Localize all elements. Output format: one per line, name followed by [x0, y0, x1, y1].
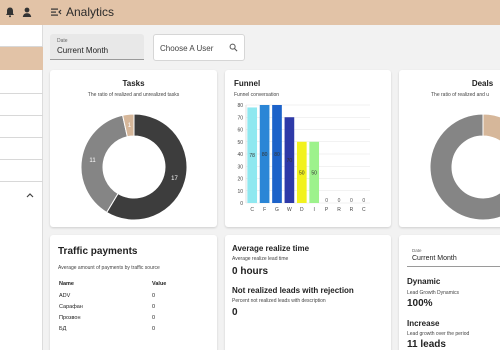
sidebar-item-4[interactable]	[0, 94, 43, 116]
funnel-card: Funnel Funnel conversation 0 10 20 30 40 50 60…	[225, 70, 391, 227]
column-header-value: Value	[152, 281, 167, 287]
page-title: Analytics	[66, 5, 115, 19]
rejection-subtitle: Percent not realized leads with descript…	[232, 298, 326, 304]
bar-value-label: 80	[262, 152, 268, 158]
x-tick-label: P	[325, 207, 329, 213]
sidebar-item-analytics[interactable]	[0, 47, 43, 70]
x-tick-label: G	[275, 207, 279, 213]
table-row-value: 0	[152, 315, 156, 321]
increase-subtitle: Lead growth over the period	[407, 331, 470, 337]
x-tick-label: R	[337, 207, 341, 213]
search-icon[interactable]	[229, 43, 238, 52]
table-row-value: 0	[152, 304, 156, 310]
increase-title: Increase	[407, 319, 440, 328]
y-tick-label: 50	[237, 140, 243, 146]
date-select[interactable]: Date Current Month	[50, 34, 144, 60]
traffic-title: Traffic payments	[58, 246, 138, 257]
y-tick-label: 80	[237, 103, 243, 109]
sidebar-item-7[interactable]	[0, 160, 43, 182]
bar-value-label: 50	[299, 170, 305, 176]
bar-value-label: 0	[362, 198, 365, 204]
table-row-value: 0	[152, 326, 156, 332]
x-tick-label: I	[314, 207, 315, 213]
y-tick-label: 70	[237, 115, 243, 121]
bar-value-label: 78	[249, 153, 255, 159]
avg-realize-subtitle: Average realize lead time	[232, 256, 289, 262]
bell-icon[interactable]	[4, 6, 16, 18]
table-row-value: 0	[152, 293, 156, 299]
bar-value-label: 0	[325, 198, 328, 204]
growth-date-value: Current Month	[412, 255, 457, 262]
tasks-card: Tasks The ratio of realized and unrealiz…	[50, 70, 217, 227]
dynamic-subtitle: Lead Growth Dynamics	[407, 290, 459, 296]
growth-date-select[interactable]: Date Current Month	[407, 245, 500, 267]
y-tick-label: 30	[237, 164, 243, 170]
account-icon[interactable]	[21, 6, 33, 18]
bar-value-label: 70	[287, 158, 293, 164]
y-tick-label: 10	[237, 189, 243, 195]
tasks-donut-chart: 17111	[80, 113, 188, 221]
dynamic-value: 100%	[407, 298, 433, 309]
y-tick-label: 40	[237, 152, 243, 158]
x-tick-label: D	[300, 207, 304, 213]
realize-time-card: Average realize time Average realize lea…	[225, 235, 391, 350]
bar-value-label: 80	[274, 152, 280, 158]
bar-value-label: 50	[311, 170, 317, 176]
table-row-name: Сарафан	[59, 304, 83, 310]
sidebar-item-5[interactable]	[0, 116, 43, 138]
chevron-up-icon[interactable]	[26, 192, 34, 198]
sidebar-item-1[interactable]	[0, 25, 43, 47]
funnel-bar-chart: 0 10 20 30 40 50 60 70 80 78 C 80 F 80 G 70 W 50 D 50 I 0 P 0 R 0…	[237, 103, 370, 213]
x-tick-label: F	[263, 207, 266, 213]
y-tick-label: 60	[237, 128, 243, 134]
x-tick-label: C	[362, 207, 366, 213]
table-row-name: Прозвон	[59, 315, 81, 321]
dynamic-title: Dynamic	[407, 277, 441, 286]
menu-collapse-icon[interactable]	[50, 6, 62, 18]
y-tick-label: 20	[237, 177, 243, 183]
deals-card: Deals The ratio of realized and u 8	[399, 70, 500, 227]
date-select-label: Date	[57, 38, 68, 44]
table-row-name: БД	[59, 326, 67, 332]
user-search-input[interactable]: Choose A User	[153, 34, 245, 61]
deals-donut-chart: 8	[429, 113, 500, 221]
bar-value-label: 0	[350, 198, 353, 204]
deals-slice	[482, 113, 500, 142]
tasks-slice-label: 17	[171, 176, 178, 182]
y-tick-label: 0	[240, 201, 243, 207]
rejection-title: Not realized leads with rejection	[232, 286, 354, 295]
traffic-subtitle: Average amount of payments by traffic so…	[58, 265, 160, 271]
column-header-name: Name	[59, 281, 74, 287]
x-tick-label: R	[350, 207, 354, 213]
sidebar-item-6[interactable]	[0, 138, 43, 160]
table-row-name: ADV	[59, 293, 71, 299]
sidebar-item-3[interactable]	[0, 70, 43, 94]
rejection-value: 0	[232, 307, 238, 318]
traffic-payments-card: Traffic payments Average amount of payme…	[50, 235, 217, 350]
bar-value-label: 0	[338, 198, 341, 204]
avg-realize-value: 0 hours	[232, 266, 269, 277]
x-tick-label: C	[250, 207, 254, 213]
sidebar	[0, 25, 43, 350]
date-select-value: Current Month	[57, 46, 109, 55]
top-app-bar: Analytics	[0, 0, 500, 25]
tasks-slice-label: 11	[89, 158, 96, 164]
avg-realize-title: Average realize time	[232, 244, 310, 253]
x-tick-label: W	[287, 207, 292, 213]
growth-date-label: Date	[412, 248, 422, 253]
user-search-placeholder: Choose A User	[160, 44, 214, 53]
increase-value: 11 leads	[407, 339, 446, 350]
